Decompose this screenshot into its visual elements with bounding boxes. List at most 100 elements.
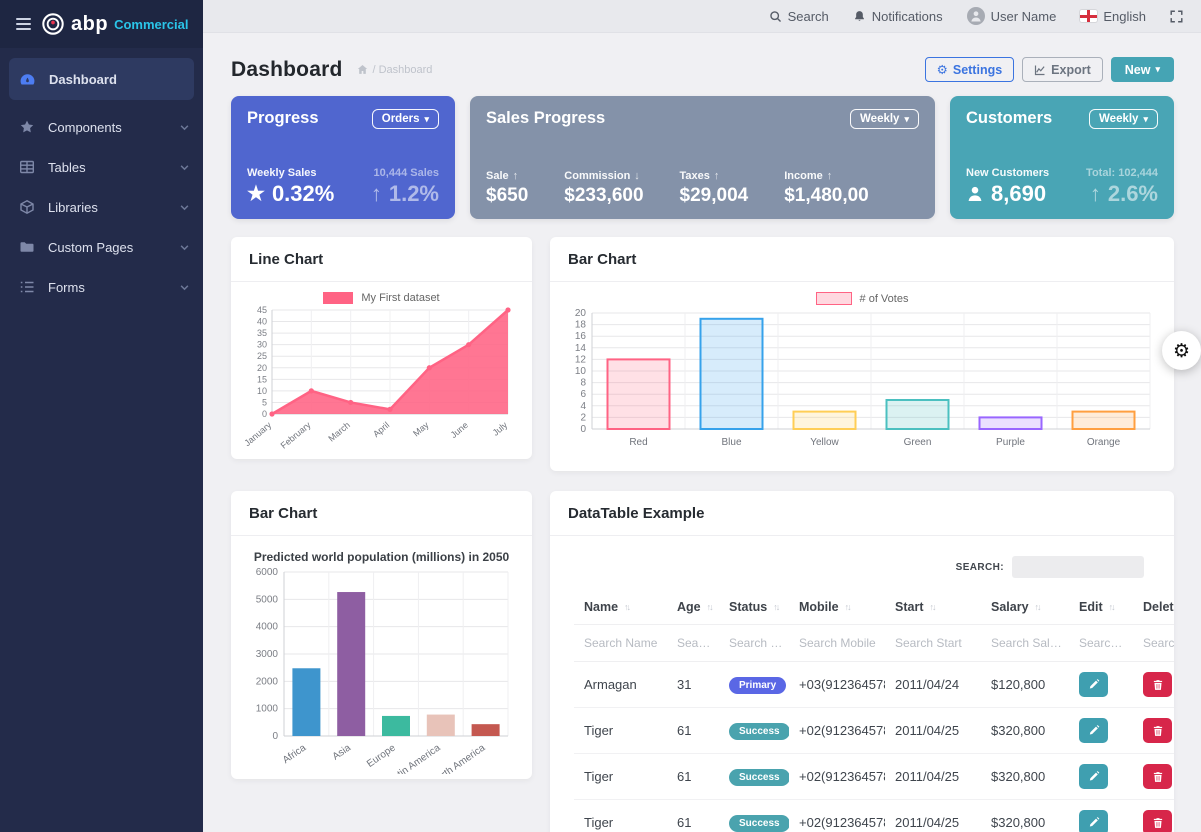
weekly-sales-metric: Weekly Sales ★0.32%	[247, 167, 334, 205]
svg-text:Blue: Blue	[721, 437, 741, 448]
cube-icon	[18, 199, 35, 216]
summary-cards-row: Progress Orders ▾ Weekly Sales ★0.32% 10…	[231, 96, 1174, 219]
floating-settings-button[interactable]: ⚙	[1162, 331, 1201, 370]
datatable: Name↑↓Age↑↓Status↑↓Mobile↑↓Start↑↓Salary…	[574, 592, 1174, 832]
total-customers-label: Total: 102,444	[1086, 167, 1158, 179]
topbar: Search Notifications User Name English	[203, 0, 1201, 33]
population-bar-chart-card: Bar Chart Predicted world population (mi…	[231, 491, 532, 779]
column-header-start[interactable]: Start↑↓	[885, 592, 981, 624]
svg-text:2000: 2000	[255, 676, 278, 687]
brand-name: abp	[71, 13, 108, 36]
orders-dropdown-label: Orders	[382, 113, 420, 125]
filter-input-name[interactable]	[584, 636, 661, 650]
sidebar-item-custom-pages[interactable]: Custom Pages	[0, 228, 203, 266]
column-header-delete[interactable]: Delete↑↓	[1133, 592, 1174, 624]
filter-input-age[interactable]	[677, 636, 713, 650]
progress-card-title: Progress	[247, 109, 319, 128]
cell-age: 61	[667, 759, 719, 794]
cell-start: 2011/04/25	[885, 713, 981, 748]
filter-input-status[interactable]	[729, 636, 783, 650]
column-header-name[interactable]: Name↑↓	[574, 592, 667, 624]
customers-weekly-dropdown-button[interactable]: Weekly ▾	[1089, 109, 1158, 129]
table-icon	[18, 159, 35, 176]
datatable-card: DataTable Example SEARCH: Name↑↓Age↑↓Sta…	[550, 491, 1174, 832]
column-header-age[interactable]: Age↑↓	[667, 592, 719, 624]
topbar-search[interactable]: Search	[769, 9, 829, 24]
new-customers-label: New Customers	[966, 167, 1049, 179]
votes-chart-legend: # of Votes	[550, 292, 1174, 305]
edit-button[interactable]	[1079, 672, 1108, 697]
weekly-sales-value: 0.32%	[272, 183, 334, 205]
datatable-search: SEARCH:	[574, 556, 1174, 578]
cell-salary: $320,800	[981, 759, 1069, 794]
column-header-salary[interactable]: Salary↑↓	[981, 592, 1069, 624]
svg-text:6: 6	[580, 389, 586, 400]
export-button[interactable]: Export	[1022, 57, 1103, 82]
column-header-status[interactable]: Status↑↓	[719, 592, 789, 624]
datatable-wrap: SEARCH: Name↑↓Age↑↓Status↑↓Mobile↑↓Start…	[550, 536, 1174, 832]
metric-label-text: Commission	[564, 170, 630, 182]
svg-text:February: February	[278, 420, 312, 451]
delete-button[interactable]	[1143, 672, 1172, 697]
progress-card: Progress Orders ▾ Weekly Sales ★0.32% 10…	[231, 96, 455, 219]
legend-label: # of Votes	[860, 293, 909, 305]
table-row: Tiger61Success+02(912364578)2011/04/25$3…	[574, 754, 1174, 800]
metric-label-text: Taxes	[680, 170, 710, 182]
arrow-up-icon: ↑	[371, 183, 382, 205]
edit-button[interactable]	[1079, 810, 1108, 832]
orders-dropdown-button[interactable]: Orders ▾	[372, 109, 439, 129]
chevron-down-icon	[180, 123, 189, 132]
filter-input-mobile[interactable]	[799, 636, 879, 650]
topbar-language-selector[interactable]: English	[1080, 9, 1146, 24]
column-label: Mobile	[799, 600, 839, 614]
sidebar-item-components[interactable]: Components	[0, 108, 203, 146]
delete-button[interactable]	[1143, 764, 1172, 789]
svg-text:Red: Red	[629, 437, 647, 448]
topbar-notifications[interactable]: Notifications	[853, 9, 943, 24]
brand-logo[interactable]: abp Commercial	[41, 12, 188, 36]
sidebar-item-libraries[interactable]: Libraries	[0, 188, 203, 226]
settings-button[interactable]: ⚙ Settings	[925, 57, 1015, 82]
filter-input-edit[interactable]	[1079, 636, 1127, 650]
cell-start: 2011/04/24	[885, 667, 981, 702]
edit-button[interactable]	[1079, 718, 1108, 743]
column-header-edit[interactable]: Edit↑↓	[1069, 592, 1133, 624]
svg-text:0: 0	[261, 409, 266, 419]
pencil-icon	[1088, 817, 1100, 829]
cell-age: 31	[667, 667, 719, 702]
svg-text:Purple: Purple	[996, 437, 1025, 448]
sidebar-header: abp Commercial	[0, 0, 203, 48]
filter-input-salary[interactable]	[991, 636, 1063, 650]
cell-text: 31	[677, 677, 691, 692]
home-icon[interactable]	[357, 64, 368, 75]
sidebar-item-forms[interactable]: Forms	[0, 268, 203, 306]
filter-input-start[interactable]	[895, 636, 975, 650]
svg-text:July: July	[490, 420, 509, 438]
filter-cell	[574, 625, 667, 661]
delete-button[interactable]	[1143, 718, 1172, 743]
sidebar-item-tables[interactable]: Tables	[0, 148, 203, 186]
delete-button[interactable]	[1143, 810, 1172, 832]
line-chart-card-title: Line Chart	[249, 251, 323, 268]
abp-logo-icon	[41, 12, 65, 36]
metric-label: Commission↓	[564, 170, 643, 182]
svg-text:20: 20	[256, 363, 266, 373]
customers-card: Customers Weekly ▾ New Customers 8,690 T…	[950, 96, 1174, 219]
filter-input-delete[interactable]	[1143, 636, 1174, 650]
language-label: English	[1103, 9, 1146, 24]
topbar-user-menu[interactable]: User Name	[967, 7, 1057, 25]
edit-button[interactable]	[1079, 764, 1108, 789]
table-search-input[interactable]	[1012, 556, 1144, 578]
svg-text:8: 8	[580, 378, 586, 389]
trash-icon	[1152, 771, 1164, 783]
column-header-mobile[interactable]: Mobile↑↓	[789, 592, 885, 624]
cell-start: 2011/04/25	[885, 805, 981, 832]
sidebar-item-dashboard[interactable]: Dashboard	[9, 58, 194, 100]
fullscreen-toggle[interactable]	[1170, 10, 1183, 23]
new-button[interactable]: New ▾	[1111, 57, 1174, 82]
svg-text:Yellow: Yellow	[810, 437, 839, 448]
status-badge: Primary	[729, 677, 786, 694]
table-body: Armagan31Primary+03(912364578)2011/04/24…	[574, 662, 1174, 832]
hamburger-menu-icon[interactable]	[16, 18, 31, 30]
sales-weekly-dropdown-button[interactable]: Weekly ▾	[850, 109, 919, 129]
